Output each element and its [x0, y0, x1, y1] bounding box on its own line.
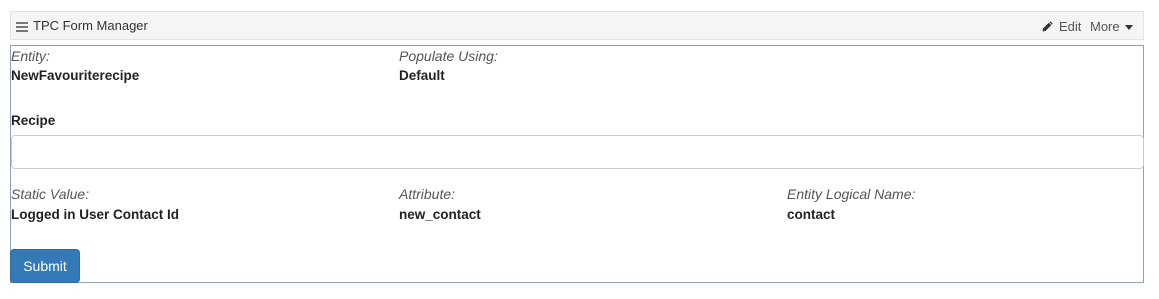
hamburger-menu-icon[interactable] — [16, 22, 28, 32]
more-dropdown[interactable]: More — [1090, 16, 1133, 36]
static-value-value: Logged in User Contact Id — [11, 207, 180, 222]
recipe-label: Recipe — [11, 113, 56, 128]
caret-down-icon — [1124, 24, 1133, 30]
header-title: TPC Form Manager — [33, 18, 148, 33]
attribute-value: new_contact — [399, 207, 481, 222]
entity-label: Entity: — [11, 48, 50, 64]
form-manager-header: TPC Form Manager Edit More — [10, 11, 1144, 40]
entity-logical-name-value: contact — [787, 207, 836, 222]
attribute-label: Attribute: — [399, 186, 456, 202]
pencil-icon — [1042, 20, 1053, 31]
form-panel: Entity: NewFavouriterecipe Populate Usin… — [10, 45, 1144, 283]
entity-logical-name-label: Entity Logical Name: — [787, 186, 916, 202]
edit-label: Edit — [1059, 18, 1082, 34]
edit-button[interactable]: Edit — [1041, 16, 1081, 36]
populate-using-value: Default — [399, 68, 445, 83]
entity-value: NewFavouriterecipe — [11, 68, 140, 83]
submit-button[interactable]: Submit — [10, 249, 80, 283]
recipe-input[interactable] — [11, 135, 1144, 169]
populate-using-label: Populate Using: — [399, 48, 498, 64]
static-value-label: Static Value: — [11, 186, 90, 202]
more-label: More — [1090, 18, 1120, 34]
